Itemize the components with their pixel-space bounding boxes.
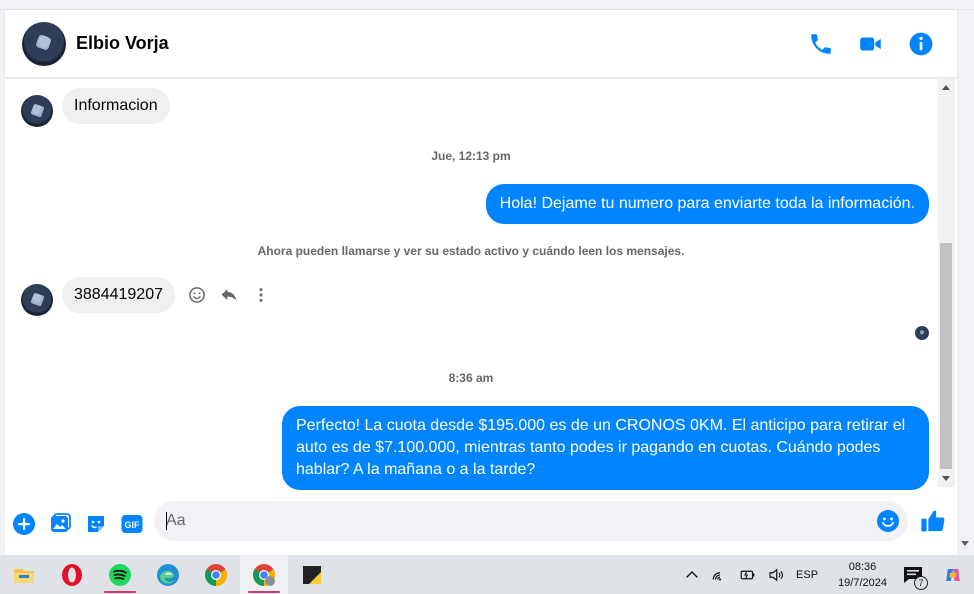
window-top-strip [0,0,974,10]
message-timestamp: Jue, 12:13 pm [431,149,511,163]
incoming-message[interactable]: 3884419207 [62,277,175,313]
edge-icon [156,563,180,587]
react-icon[interactable] [187,285,207,305]
phone-icon[interactable] [808,31,834,57]
system-tray: ESP 08:36 19/7/2024 7 [678,555,974,594]
clock-date: 19/7/2024 [838,576,887,589]
folder-icon [12,563,36,587]
text-caret [166,512,167,530]
message-timestamp: 8:36 am [448,371,494,385]
gif-icon[interactable]: GIF [120,512,144,536]
like-thumb-icon[interactable] [919,507,947,535]
clock[interactable]: 08:36 19/7/2024 [838,559,887,591]
seen-indicator-avatar [915,326,929,340]
taskbar-opera[interactable] [48,555,96,594]
taskbar-sticky-notes[interactable] [288,555,336,594]
photo-icon[interactable] [48,512,72,536]
volume-icon[interactable] [765,564,787,586]
page-scroll-down-arrow-icon[interactable] [961,541,969,546]
message-thread[interactable]: Informacion Jue, 12:13 pm Hola! Dejame t… [5,79,937,494]
right-edge [957,10,974,555]
video-call-icon[interactable] [858,31,884,57]
message-input-container[interactable] [154,501,908,541]
taskbar-chrome-profile[interactable] [240,555,288,594]
header-actions [808,31,934,57]
add-icon[interactable] [12,512,36,536]
message-composer: GIF [5,494,957,554]
input-language[interactable]: ESP [796,569,818,581]
clock-time: 08:36 [848,560,877,573]
chrome-icon [204,563,228,587]
info-icon[interactable] [908,31,934,57]
system-note: Ahora pueden llamarse y ver su estado ac… [257,244,685,258]
chat-scrollbar[interactable] [938,79,955,487]
reply-icon[interactable] [219,285,239,305]
taskbar-file-explorer[interactable] [0,555,48,594]
chevron-up-icon[interactable] [681,564,703,586]
more-options-icon[interactable] [251,285,271,305]
scroll-up-arrow-icon[interactable] [942,85,950,90]
taskbar-spotify[interactable] [96,555,144,594]
outgoing-message[interactable]: Perfecto! La cuota desde $195.000 es de … [282,406,929,490]
sticky-notes-icon [300,563,324,587]
emoji-icon[interactable] [876,509,900,533]
outgoing-message[interactable]: Hola! Dejame tu numero para enviarte tod… [485,184,929,224]
opera-icon [60,563,84,587]
incoming-message[interactable]: Informacion [62,88,170,124]
composer-actions: GIF [12,512,144,536]
scroll-thumb[interactable] [940,243,952,469]
copilot-icon[interactable] [942,564,964,586]
conversation-header: Elbio Vorja [5,10,957,78]
chrome-profile-icon [252,563,276,587]
notification-count-badge: 7 [914,575,928,590]
sender-avatar[interactable] [21,95,53,127]
message-input[interactable] [166,501,856,541]
battery-icon[interactable] [737,564,759,586]
notification-center[interactable]: 7 [901,563,928,590]
spotify-icon [108,563,132,587]
taskbar-edge[interactable] [144,555,192,594]
contact-avatar[interactable] [22,21,66,66]
wifi-icon[interactable] [709,564,731,586]
contact-name[interactable]: Elbio Vorja [76,33,169,54]
windows-taskbar: ESP 08:36 19/7/2024 7 [0,555,974,594]
sticker-icon[interactable] [84,512,108,536]
gif-label: GIF [125,520,141,530]
taskbar-chrome[interactable] [192,555,240,594]
sender-avatar[interactable] [21,284,53,316]
message-actions [187,285,271,305]
scroll-down-arrow-icon[interactable] [942,476,950,481]
